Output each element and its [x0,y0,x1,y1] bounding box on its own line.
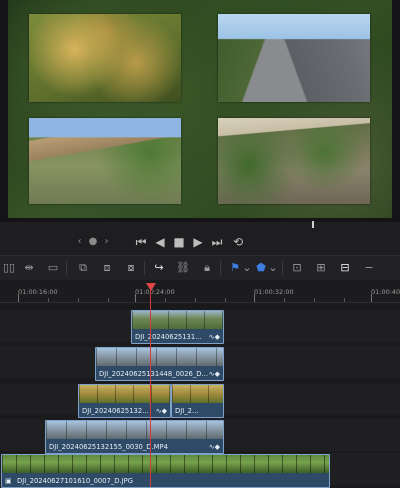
clip-fx-icon: ∿◆ [208,443,220,451]
ruler-tick [344,298,345,302]
timecode-ruler[interactable]: 01:00:16:00 01:00:24:00 01:00:32:00 01:0… [0,282,400,303]
clip-name: DJI_2... [175,407,199,415]
clip-name: DJI_20240627101610_0007_D.JPG [17,477,134,485]
ruler-tick [108,298,109,302]
still-image-icon: ▣ [5,477,12,485]
toolbar-separator [144,261,145,275]
stop-icon[interactable]: ■ [170,233,188,251]
playhead-handle[interactable] [146,283,156,291]
timeline-clip[interactable]: DJI_20240625132... ∿◆ [78,384,171,418]
clip-thumbnails [46,421,223,439]
zoom-full-extent-icon[interactable]: ⊡ [288,259,306,277]
clip-fx-icon: ∿◆ [155,407,167,415]
dynamic-trim-icon[interactable]: ⇹ [20,259,38,277]
timeline-clip[interactable]: DJI_20240625131448_0026_D... ∿◆ [95,347,224,381]
zoom-custom-icon[interactable]: ⊟ [336,259,354,277]
timeline-clip[interactable]: ▣ DJI_20240627101610_0007_D.JPG [1,454,330,488]
clip-thumbnails [132,311,223,329]
toolbar-separator [282,261,283,275]
timeline-clip[interactable]: DJI_20240625131... ∿◆ [131,310,224,344]
collage-photo-street [218,14,370,102]
trim-edit-mode-icon[interactable]: ▯▯ [0,259,18,277]
viewer-scrub-bar[interactable] [0,222,400,228]
collage-photo-patio [218,118,370,204]
marker-dropdown-chevron-icon[interactable]: ⌄ [264,259,282,277]
ruler-tick [195,298,196,302]
ruler-label: 01:00:32:00 [254,288,294,296]
loop-icon[interactable]: ⟲ [229,233,247,251]
play-reverse-icon[interactable]: ◀ [151,233,169,251]
ruler-tick [165,298,166,302]
transport-controls: ‹ ● › ⏮ ◀ ■ ▶ ⏭ ⟲ [0,229,400,255]
play-icon[interactable]: ▶ [189,233,207,251]
ruler-tick [284,298,285,302]
ruler-tick [78,298,79,302]
timeline-clip[interactable]: DJI_20240625132155_0030_D.MP4 ∿◆ [45,420,224,454]
toolbar-separator [66,261,67,275]
ruler-tick [48,298,49,302]
zoom-out-icon[interactable]: − [360,259,378,277]
insert-clip-icon[interactable]: ⧉ [74,259,92,277]
timeline-toolbar: ▯▯ ⇹ ▭ ⧉ ⧈ ⧇ ↪ ⛓ 🔒︎ ⚑ ⌄ ⬟ ⌄ ⊡ ⊞ ⊟ − [0,256,400,280]
jog-control[interactable]: ‹ ● › [74,233,114,251]
ruler-label: 01:00:16:00 [18,288,58,296]
go-to-start-icon[interactable]: ⏮ [132,233,150,251]
clip-thumbnails [172,385,223,403]
clip-thumbnails [2,455,329,473]
replace-clip-icon[interactable]: ⧇ [122,259,140,277]
snapping-icon[interactable]: ↪ [150,259,168,277]
position-lock-icon[interactable]: 🔒︎ [198,259,216,277]
clip-fx-icon: ∿◆ [208,370,220,378]
viewer-scrub-handle[interactable] [312,221,314,228]
playhead-line[interactable] [150,290,151,487]
linked-selection-icon[interactable]: ⛓ [174,259,192,277]
clip-fx-icon: ∿◆ [208,333,220,341]
collage-photo-flowers [29,14,181,102]
clip-name: DJI_20240625131448_0026_D... [99,370,208,378]
overwrite-clip-icon[interactable]: ⧈ [98,259,116,277]
ruler-label: 01:00:40:0 [371,288,400,296]
toolbar-separator [220,261,221,275]
blade-edit-mode-icon[interactable]: ▭ [44,259,62,277]
clip-thumbnails [79,385,170,403]
timeline-clip[interactable]: DJI_2... [171,384,224,418]
clip-name: DJI_20240625131... [135,333,202,341]
clip-name: DJI_20240625132... [82,407,149,415]
ruler-tick [225,298,226,302]
clip-thumbnails [96,348,223,366]
viewer-frame[interactable] [8,0,392,218]
zoom-detail-icon[interactable]: ⊞ [312,259,330,277]
timeline-tracks[interactable]: DJI_20240625131... ∿◆ DJI_20240625131448… [0,303,400,488]
collage-photo-garden-terrace [29,118,181,204]
ruler-tick [314,298,315,302]
go-to-end-icon[interactable]: ⏭ [208,233,226,251]
viewer [0,0,400,222]
